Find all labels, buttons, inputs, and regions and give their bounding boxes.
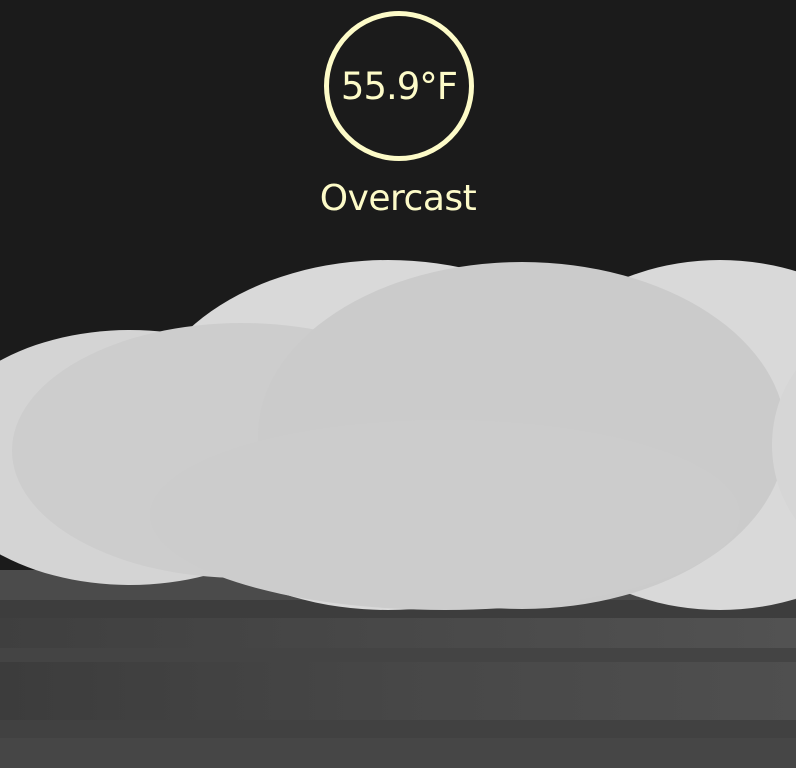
cloud-blob bbox=[138, 260, 638, 610]
ground-stripe bbox=[0, 738, 796, 768]
ground-stripes bbox=[0, 570, 796, 768]
cloud-blob bbox=[12, 323, 472, 578]
temperature-ring: 55.9°F bbox=[324, 11, 474, 161]
ground-stripe bbox=[0, 662, 796, 720]
weather-scene: 55.9°F Overcast bbox=[0, 0, 796, 768]
ground-stripe bbox=[0, 570, 796, 600]
cloud-blob bbox=[0, 330, 330, 585]
ground-stripe bbox=[0, 720, 796, 738]
cloud-blob bbox=[505, 260, 796, 610]
cloud-blob bbox=[258, 262, 786, 609]
ground-stripe bbox=[0, 618, 796, 648]
weather-condition: Overcast bbox=[319, 178, 477, 219]
temperature-value: 55.9°F bbox=[340, 64, 458, 108]
cloud-blob bbox=[772, 330, 796, 560]
ground-stripe bbox=[0, 600, 796, 618]
ground-stripe bbox=[0, 648, 796, 662]
